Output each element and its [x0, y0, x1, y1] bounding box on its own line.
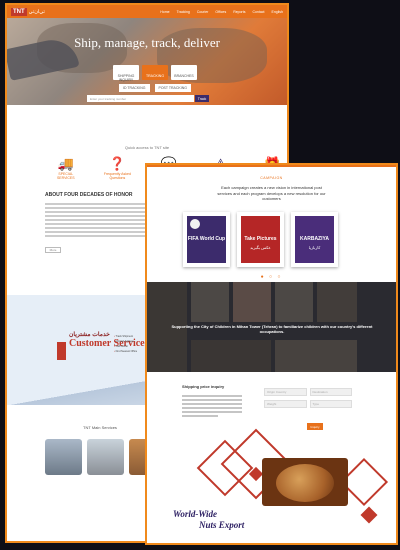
customer-service-title-ar: خدمات مشتریان: [69, 332, 110, 338]
nav-item-contact[interactable]: Contact: [252, 10, 264, 14]
form-row: Origin Country Destination: [264, 388, 352, 396]
card-subtitle: کاربازیا: [308, 244, 321, 250]
quick-access-title: Quick access to TNT site: [124, 145, 170, 150]
truck-icon: 🚚: [57, 156, 74, 171]
cargo-image[interactable]: [87, 439, 124, 475]
service-label: SPECIAL SERVICES: [56, 172, 75, 180]
nav-item-language[interactable]: English: [272, 10, 283, 14]
top-nav: TNT تي‌ان‌تي Home Tracking Courier Offic…: [7, 5, 287, 18]
more-button[interactable]: More: [45, 247, 61, 253]
cs-link[interactable]: Track Shipment: [114, 335, 137, 338]
nav-item-reports[interactable]: Reports: [233, 10, 245, 14]
cs-link[interactable]: Call Center: [114, 345, 137, 348]
photo-tile: [191, 340, 271, 372]
shipping-inquiry-button[interactable]: SHIPPING INQUIRY: [113, 65, 139, 82]
tnt-logo[interactable]: TNT: [11, 7, 27, 16]
nuts-title-line1: World-Wide: [173, 509, 217, 519]
campaign-cards: FIFA World Cup Take Pictures عکس بگیرید …: [147, 211, 396, 267]
weight-field[interactable]: Weight: [264, 400, 307, 408]
card-content: FIFA World Cup: [187, 215, 226, 263]
main-services-title: TNT Main Services: [83, 425, 117, 430]
campaign-card-fifa[interactable]: FIFA World Cup: [183, 211, 230, 267]
card-title: Take Pictures: [244, 235, 277, 242]
card-content: Take Pictures عکس بگیرید: [241, 215, 280, 263]
hero-title: Ship, manage, track, deliver: [74, 35, 220, 50]
nav-item-courier[interactable]: Courier: [197, 10, 208, 14]
card-subtitle: عکس بگیرید: [250, 244, 271, 250]
campaign-card-pictures[interactable]: Take Pictures عکس بگیرید: [237, 211, 284, 267]
question-icon: ❓: [109, 156, 126, 171]
campaign-label: CAMPAIGN: [260, 176, 283, 180]
origin-field[interactable]: Origin Country: [264, 388, 307, 396]
nav-item-home[interactable]: Home: [160, 10, 169, 14]
inquiry-title: Shipping price inquiry: [182, 384, 225, 389]
campaign-card-karbaziya[interactable]: KARBAZIYA کاربازیا: [291, 211, 338, 267]
airport-image[interactable]: [45, 439, 82, 475]
card-title: KARBAZIYA: [300, 235, 329, 242]
nav-item-tracking[interactable]: Tracking: [177, 10, 190, 14]
nuts-bowl-image: [262, 458, 348, 506]
front-top-bar: [147, 165, 396, 167]
tracking-button[interactable]: TRACKING: [142, 65, 168, 80]
inquiry-description: [182, 395, 242, 419]
carousel-dots[interactable]: ● ○ ○: [147, 274, 396, 280]
nuts-bowl: [276, 464, 334, 502]
photo-tile: [275, 282, 313, 322]
tracking-search-input[interactable]: Enter your tracking number: [87, 95, 194, 102]
front-page-screenshot: CAMPAIGN Each campaign creates a new vis…: [145, 163, 398, 545]
customer-service-accent: [57, 342, 66, 360]
photo-tile: [233, 282, 271, 322]
city-of-children-text: Supporting the City of Children in Mihan…: [171, 324, 373, 334]
tracking-tabs: ID TRACKING POST TRACKING: [119, 84, 191, 92]
photo-tile: [191, 282, 229, 322]
tab-post-tracking[interactable]: POST TRACKING: [154, 84, 191, 92]
tab-id-tracking[interactable]: ID TRACKING: [119, 84, 150, 92]
hero-banner: Ship, manage, track, deliver SHIPPING IN…: [7, 18, 287, 105]
hero-button-group: SHIPPING INQUIRY TRACKING BRANCHES: [113, 65, 197, 82]
nav-item-offices[interactable]: Offices: [215, 10, 226, 14]
tnt-logo-arabic: تي‌ان‌تي: [28, 8, 45, 15]
card-title: FIFA World Cup: [187, 235, 226, 242]
nuts-title-line2: Nuts Export: [199, 520, 245, 530]
service-special[interactable]: 🚚 SPECIAL SERVICES: [51, 156, 81, 180]
cs-link[interactable]: Contact Address: [114, 340, 137, 343]
type-field[interactable]: Type: [309, 400, 352, 408]
football-icon: [190, 218, 200, 229]
service-label: Frequently Asked Questions: [103, 172, 131, 180]
branches-button[interactable]: BRANCHES: [171, 65, 197, 80]
customer-service-list: Track Shipment Contact Address Call Cent…: [114, 335, 138, 355]
service-faq[interactable]: ❓ Frequently Asked Questions: [103, 156, 133, 180]
card-content: KARBAZIYA کاربازیا: [295, 215, 334, 263]
form-row: Weight Type: [264, 400, 352, 408]
cs-link[interactable]: Find Nearest Office: [114, 350, 138, 353]
photo-tile: [317, 282, 357, 322]
decor-square: [360, 506, 378, 524]
destination-field[interactable]: Destination: [309, 388, 352, 396]
photo-tile: [275, 340, 357, 372]
nav-menu: Home Tracking Courier Offices Reports Co…: [160, 10, 283, 14]
campaign-text: Each campaign creates a new vision in in…: [217, 185, 326, 201]
inquiry-button[interactable]: Inquiry: [307, 423, 323, 430]
city-of-children-section: Supporting the City of Children in Mihan…: [147, 282, 396, 372]
track-button[interactable]: Track: [195, 95, 209, 102]
inquiry-form: Origin Country Destination Weight Type: [264, 388, 352, 412]
